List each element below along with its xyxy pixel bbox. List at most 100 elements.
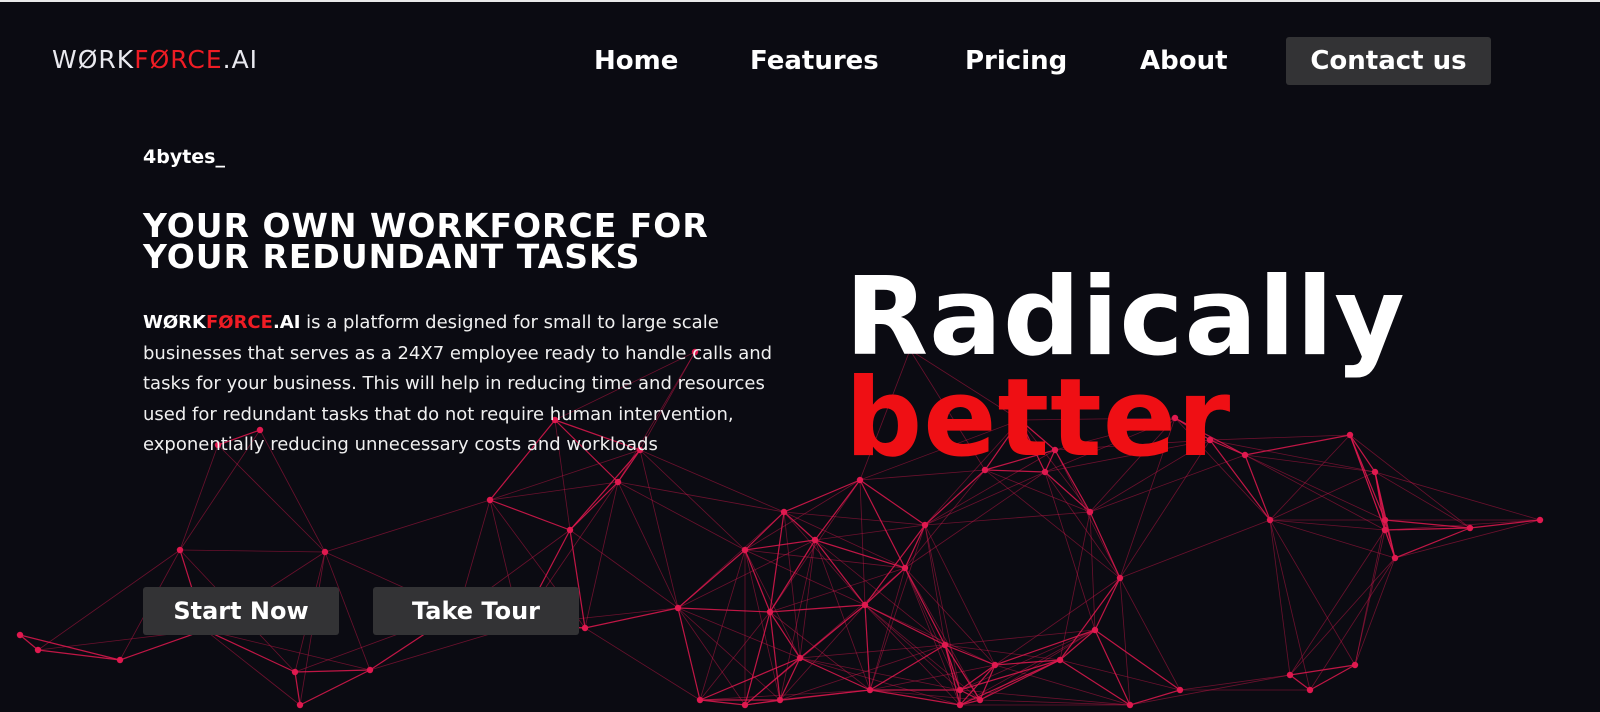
network-line — [639, 449, 746, 551]
network-node — [811, 536, 819, 544]
network-node — [941, 641, 949, 649]
network-line — [1089, 511, 1121, 579]
network-line — [179, 549, 326, 553]
network-line — [869, 524, 926, 691]
network-line — [904, 471, 1046, 569]
network-line — [814, 539, 906, 569]
network-line — [744, 511, 785, 551]
network-line — [37, 649, 121, 661]
network-node — [1116, 574, 1124, 582]
network-node — [34, 646, 42, 654]
header: WØRKFØRCE.AI Home Features Pricing About… — [0, 2, 1600, 88]
tagline: 4bytes_ — [143, 146, 225, 168]
network-line — [617, 481, 679, 609]
network-line — [1044, 471, 1121, 579]
nav-home[interactable]: Home — [594, 43, 678, 79]
network-node — [566, 526, 574, 534]
network-node — [956, 701, 964, 709]
nav-features[interactable]: Features — [750, 43, 879, 79]
network-line — [859, 479, 866, 606]
network-node — [1306, 686, 1314, 694]
network-line — [1289, 557, 1396, 676]
network-node — [1286, 671, 1294, 679]
network-line — [769, 479, 861, 613]
network-line — [584, 627, 701, 701]
network-node — [866, 686, 874, 694]
network-line — [959, 659, 1061, 706]
network-line — [1384, 519, 1396, 559]
network-line — [617, 481, 785, 513]
network-node — [1266, 516, 1274, 524]
nav-pricing[interactable]: Pricing — [965, 43, 1067, 79]
network-line — [677, 511, 785, 609]
network-node — [780, 508, 788, 516]
network-line — [1094, 577, 1121, 631]
network-node — [741, 701, 749, 709]
network-node — [1176, 686, 1184, 694]
network-node — [581, 624, 589, 632]
hero-slogan: Radically better — [845, 262, 1406, 481]
network-node — [1056, 656, 1064, 664]
network-line — [489, 499, 571, 531]
start-now-button[interactable]: Start Now — [143, 587, 339, 635]
network-line — [1094, 629, 1181, 691]
network-line — [869, 689, 961, 706]
network-line — [1289, 529, 1386, 676]
network-line — [864, 567, 906, 606]
network-line — [1179, 674, 1291, 691]
network-node — [674, 604, 682, 612]
network-line — [744, 549, 866, 606]
network-line — [864, 604, 946, 646]
network-line — [299, 669, 371, 706]
network-line — [744, 549, 801, 659]
network-line — [864, 604, 996, 666]
network-line — [699, 549, 746, 701]
network-node — [1126, 701, 1134, 709]
slogan-line-better: better — [845, 356, 1232, 481]
hero-headline-line2: YOUR REDUNDANT TASKS — [143, 237, 641, 276]
network-node — [991, 661, 999, 669]
network-line — [1119, 519, 1271, 579]
hero-headline: YOUR OWN WORKFORCE FOR YOUR REDUNDANT TA… — [143, 209, 823, 276]
network-node — [741, 546, 749, 554]
network-node — [1391, 554, 1399, 562]
network-node — [321, 548, 329, 556]
network-line — [179, 444, 219, 551]
network-node — [796, 654, 804, 662]
network-line — [994, 577, 1121, 666]
network-line — [584, 481, 619, 629]
network-node — [176, 546, 184, 554]
network-line — [677, 607, 781, 701]
contact-us-button[interactable]: Contact us — [1286, 37, 1491, 85]
network-line — [699, 611, 771, 701]
network-line — [1059, 577, 1121, 661]
network-node — [956, 686, 964, 694]
network-line — [1374, 471, 1386, 521]
network-line — [904, 567, 981, 701]
network-line — [859, 479, 906, 569]
network-node — [776, 696, 784, 704]
network-line — [217, 444, 326, 553]
network-line — [677, 607, 771, 613]
network-line — [1394, 527, 1471, 559]
network-line — [1269, 519, 1311, 691]
network-line — [1119, 577, 1181, 691]
network-line — [799, 657, 961, 706]
network-node — [1381, 526, 1389, 534]
network-line — [744, 689, 871, 706]
network-node — [766, 608, 774, 616]
network-line — [979, 699, 1131, 706]
network-node — [1371, 468, 1379, 476]
network-line — [1384, 519, 1471, 529]
network-line — [769, 567, 906, 613]
take-tour-button[interactable]: Take Tour — [373, 587, 579, 635]
network-node — [696, 696, 704, 704]
network-line — [783, 511, 866, 606]
nav-about[interactable]: About — [1140, 43, 1228, 79]
network-line — [294, 671, 301, 706]
main-nav: Home Features Pricing About Contact us — [0, 37, 1600, 87]
network-node — [1091, 626, 1099, 634]
network-line — [677, 607, 701, 701]
network-line — [904, 567, 996, 666]
network-line — [294, 669, 371, 673]
